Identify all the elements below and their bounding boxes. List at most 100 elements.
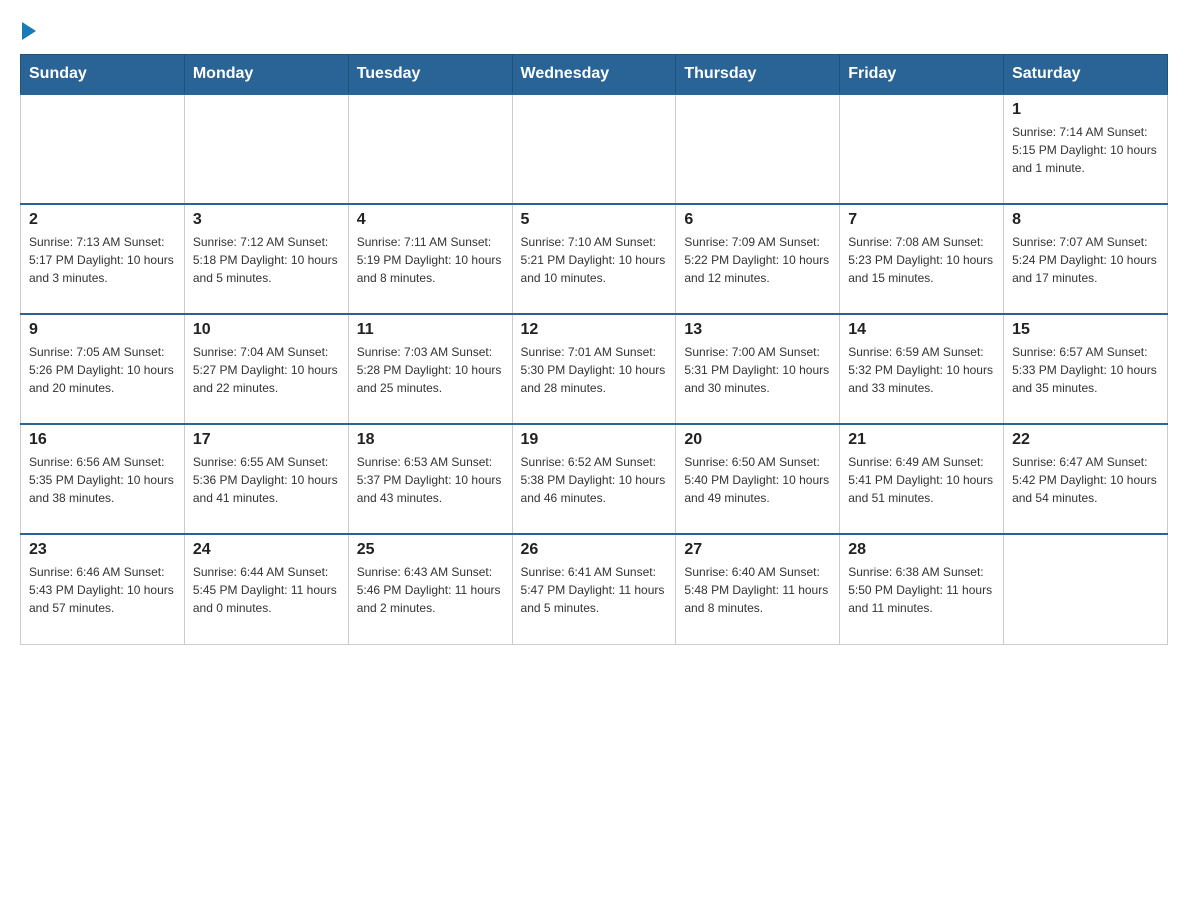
calendar-table: SundayMondayTuesdayWednesdayThursdayFrid…: [20, 54, 1168, 645]
day-info: Sunrise: 7:07 AM Sunset: 5:24 PM Dayligh…: [1012, 233, 1159, 287]
day-info: Sunrise: 7:10 AM Sunset: 5:21 PM Dayligh…: [521, 233, 668, 287]
day-number: 1: [1012, 101, 1159, 119]
day-number: 21: [848, 431, 995, 449]
calendar-day-cell: 8 Sunrise: 7:07 AM Sunset: 5:24 PM Daylig…: [1004, 204, 1168, 314]
day-of-week-header: Sunday: [21, 55, 185, 95]
page-header: [20, 20, 1168, 34]
calendar-day-cell: [21, 94, 185, 204]
day-number: 7: [848, 211, 995, 229]
day-info: Sunrise: 6:59 AM Sunset: 5:32 PM Dayligh…: [848, 343, 995, 397]
calendar-day-cell: 9 Sunrise: 7:05 AM Sunset: 5:26 PM Daylig…: [21, 314, 185, 424]
logo-arrow-icon: [22, 22, 36, 40]
calendar-day-cell: [348, 94, 512, 204]
calendar-day-cell: 4 Sunrise: 7:11 AM Sunset: 5:19 PM Daylig…: [348, 204, 512, 314]
calendar-day-cell: 13 Sunrise: 7:00 AM Sunset: 5:31 PM Dayli…: [676, 314, 840, 424]
day-number: 10: [193, 321, 340, 339]
day-info: Sunrise: 6:57 AM Sunset: 5:33 PM Dayligh…: [1012, 343, 1159, 397]
day-number: 23: [29, 541, 176, 559]
day-number: 16: [29, 431, 176, 449]
calendar-day-cell: 14 Sunrise: 6:59 AM Sunset: 5:32 PM Dayli…: [840, 314, 1004, 424]
calendar-day-cell: 2 Sunrise: 7:13 AM Sunset: 5:17 PM Daylig…: [21, 204, 185, 314]
day-info: Sunrise: 6:53 AM Sunset: 5:37 PM Dayligh…: [357, 453, 504, 507]
calendar-day-cell: 26 Sunrise: 6:41 AM Sunset: 5:47 PM Dayli…: [512, 534, 676, 644]
day-info: Sunrise: 7:09 AM Sunset: 5:22 PM Dayligh…: [684, 233, 831, 287]
day-number: 22: [1012, 431, 1159, 449]
day-number: 28: [848, 541, 995, 559]
calendar-day-cell: 7 Sunrise: 7:08 AM Sunset: 5:23 PM Daylig…: [840, 204, 1004, 314]
day-info: Sunrise: 6:50 AM Sunset: 5:40 PM Dayligh…: [684, 453, 831, 507]
calendar-day-cell: [840, 94, 1004, 204]
calendar-day-cell: [184, 94, 348, 204]
day-info: Sunrise: 6:38 AM Sunset: 5:50 PM Dayligh…: [848, 563, 995, 617]
calendar-day-cell: [676, 94, 840, 204]
calendar-day-cell: 18Sunrise: 6:53 AM Sunset: 5:37 PM Dayli…: [348, 424, 512, 534]
day-number: 9: [29, 321, 176, 339]
day-info: Sunrise: 6:43 AM Sunset: 5:46 PM Dayligh…: [357, 563, 504, 617]
calendar-day-cell: 19Sunrise: 6:52 AM Sunset: 5:38 PM Dayli…: [512, 424, 676, 534]
day-number: 11: [357, 321, 504, 339]
day-info: Sunrise: 6:56 AM Sunset: 5:35 PM Dayligh…: [29, 453, 176, 507]
day-info: Sunrise: 7:11 AM Sunset: 5:19 PM Dayligh…: [357, 233, 504, 287]
day-number: 27: [684, 541, 831, 559]
calendar-day-cell: 20 Sunrise: 6:50 AM Sunset: 5:40 PM Dayli…: [676, 424, 840, 534]
day-of-week-header: Saturday: [1004, 55, 1168, 95]
day-info: Sunrise: 7:14 AM Sunset: 5:15 PM Dayligh…: [1012, 123, 1159, 177]
day-of-week-header: Wednesday: [512, 55, 676, 95]
day-of-week-header: Monday: [184, 55, 348, 95]
day-number: 4: [357, 211, 504, 229]
day-number: 26: [521, 541, 668, 559]
day-info: Sunrise: 6:46 AM Sunset: 5:43 PM Dayligh…: [29, 563, 176, 617]
calendar-week-row: 23 Sunrise: 6:46 AM Sunset: 5:43 PM Dayli…: [21, 534, 1168, 644]
day-of-week-header: Thursday: [676, 55, 840, 95]
calendar-day-cell: 22Sunrise: 6:47 AM Sunset: 5:42 PM Dayli…: [1004, 424, 1168, 534]
calendar-day-cell: 3 Sunrise: 7:12 AM Sunset: 5:18 PM Daylig…: [184, 204, 348, 314]
calendar-week-row: 2 Sunrise: 7:13 AM Sunset: 5:17 PM Daylig…: [21, 204, 1168, 314]
calendar-day-cell: 10 Sunrise: 7:04 AM Sunset: 5:27 PM Dayli…: [184, 314, 348, 424]
calendar-day-cell: 11Sunrise: 7:03 AM Sunset: 5:28 PM Dayli…: [348, 314, 512, 424]
calendar-day-cell: [512, 94, 676, 204]
calendar-day-cell: 5 Sunrise: 7:10 AM Sunset: 5:21 PM Daylig…: [512, 204, 676, 314]
day-number: 8: [1012, 211, 1159, 229]
day-info: Sunrise: 6:40 AM Sunset: 5:48 PM Dayligh…: [684, 563, 831, 617]
day-info: Sunrise: 6:55 AM Sunset: 5:36 PM Dayligh…: [193, 453, 340, 507]
day-number: 6: [684, 211, 831, 229]
day-number: 19: [521, 431, 668, 449]
calendar-day-cell: 27 Sunrise: 6:40 AM Sunset: 5:48 PM Dayli…: [676, 534, 840, 644]
day-number: 14: [848, 321, 995, 339]
calendar-day-cell: 25 Sunrise: 6:43 AM Sunset: 5:46 PM Dayli…: [348, 534, 512, 644]
calendar-week-row: 1 Sunrise: 7:14 AM Sunset: 5:15 PM Daylig…: [21, 94, 1168, 204]
logo: [20, 20, 36, 34]
day-number: 20: [684, 431, 831, 449]
day-number: 12: [521, 321, 668, 339]
day-number: 3: [193, 211, 340, 229]
calendar-header-row: SundayMondayTuesdayWednesdayThursdayFrid…: [21, 55, 1168, 95]
day-info: Sunrise: 6:49 AM Sunset: 5:41 PM Dayligh…: [848, 453, 995, 507]
day-number: 13: [684, 321, 831, 339]
calendar-day-cell: 23 Sunrise: 6:46 AM Sunset: 5:43 PM Dayli…: [21, 534, 185, 644]
day-number: 5: [521, 211, 668, 229]
day-number: 15: [1012, 321, 1159, 339]
day-number: 2: [29, 211, 176, 229]
day-info: Sunrise: 7:13 AM Sunset: 5:17 PM Dayligh…: [29, 233, 176, 287]
day-of-week-header: Tuesday: [348, 55, 512, 95]
day-info: Sunrise: 6:41 AM Sunset: 5:47 PM Dayligh…: [521, 563, 668, 617]
calendar-day-cell: 12 Sunrise: 7:01 AM Sunset: 5:30 PM Dayli…: [512, 314, 676, 424]
calendar-day-cell: [1004, 534, 1168, 644]
calendar-day-cell: 6 Sunrise: 7:09 AM Sunset: 5:22 PM Daylig…: [676, 204, 840, 314]
day-info: Sunrise: 7:12 AM Sunset: 5:18 PM Dayligh…: [193, 233, 340, 287]
day-info: Sunrise: 7:05 AM Sunset: 5:26 PM Dayligh…: [29, 343, 176, 397]
day-number: 25: [357, 541, 504, 559]
calendar-day-cell: 21 Sunrise: 6:49 AM Sunset: 5:41 PM Dayli…: [840, 424, 1004, 534]
calendar-day-cell: 24 Sunrise: 6:44 AM Sunset: 5:45 PM Dayli…: [184, 534, 348, 644]
calendar-day-cell: 15 Sunrise: 6:57 AM Sunset: 5:33 PM Dayli…: [1004, 314, 1168, 424]
day-info: Sunrise: 7:00 AM Sunset: 5:31 PM Dayligh…: [684, 343, 831, 397]
day-info: Sunrise: 7:04 AM Sunset: 5:27 PM Dayligh…: [193, 343, 340, 397]
day-info: Sunrise: 7:01 AM Sunset: 5:30 PM Dayligh…: [521, 343, 668, 397]
day-info: Sunrise: 7:08 AM Sunset: 5:23 PM Dayligh…: [848, 233, 995, 287]
day-info: Sunrise: 6:44 AM Sunset: 5:45 PM Dayligh…: [193, 563, 340, 617]
day-of-week-header: Friday: [840, 55, 1004, 95]
calendar-day-cell: 1 Sunrise: 7:14 AM Sunset: 5:15 PM Daylig…: [1004, 94, 1168, 204]
calendar-day-cell: 17Sunrise: 6:55 AM Sunset: 5:36 PM Dayli…: [184, 424, 348, 534]
calendar-day-cell: 16 Sunrise: 6:56 AM Sunset: 5:35 PM Dayli…: [21, 424, 185, 534]
day-number: 24: [193, 541, 340, 559]
